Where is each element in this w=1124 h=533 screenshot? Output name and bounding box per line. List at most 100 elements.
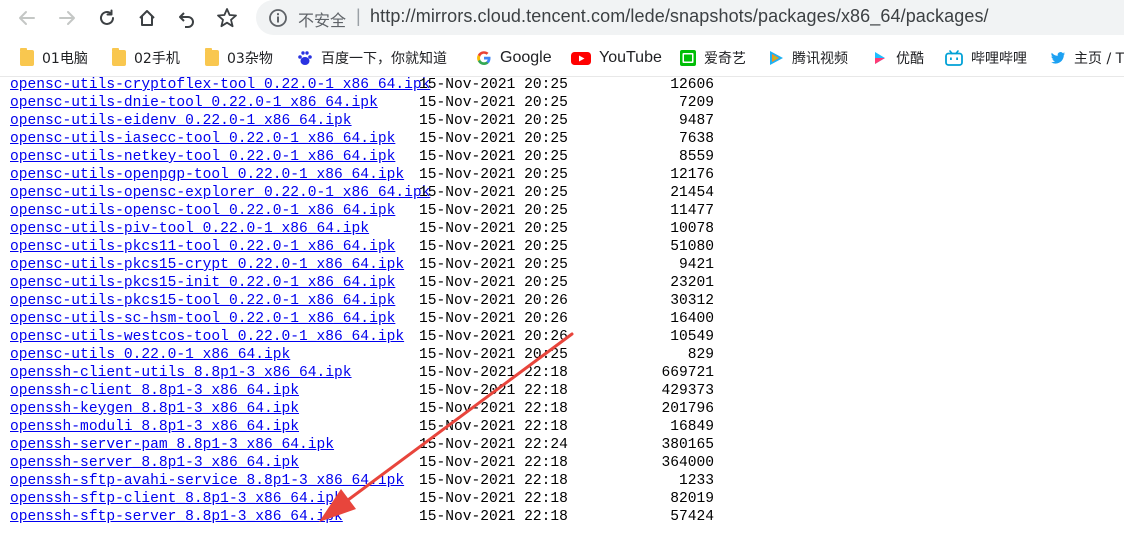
info-icon[interactable] [268, 8, 288, 28]
file-size: 429373 [661, 383, 714, 399]
file-date: 15-Nov-2021 22:18 [419, 401, 568, 417]
youku-icon [875, 52, 885, 64]
address-bar[interactable]: 不安全 | http://mirrors.cloud.tencent.com/l… [256, 0, 1124, 35]
bookmark-star-button[interactable] [213, 4, 241, 32]
file-date: 15-Nov-2021 22:18 [419, 491, 568, 507]
bookmark-label: 01电脑 [42, 51, 88, 67]
file-date: 15-Nov-2021 20:25 [419, 149, 568, 165]
file-size: 82019 [670, 491, 714, 507]
file-date: 15-Nov-2021 20:25 [419, 275, 568, 291]
bookmark-twitter-home[interactable]: 主页 / T [1050, 48, 1124, 68]
bookmark-label: 百度一下，你就知道 [321, 51, 447, 67]
file-size: 11477 [670, 203, 714, 219]
file-size: 9421 [678, 257, 714, 273]
file-size: 16400 [670, 311, 714, 327]
file-link[interactable]: openssh-server-pam_8.8p1-3_x86_64.ipk [10, 436, 334, 454]
file-link[interactable]: opensc-utils-netkey-tool_0.22.0-1_x86_64… [10, 148, 395, 166]
forward-button[interactable] [53, 4, 81, 32]
file-date: 15-Nov-2021 20:26 [419, 293, 568, 309]
bookmark-label: 主页 / T [1074, 51, 1124, 67]
folder-icon [20, 48, 34, 66]
file-link[interactable]: opensc-utils-dnie-tool_0.22.0-1_x86_64.i… [10, 94, 378, 112]
file-link[interactable]: opensc-utils-opensc-explorer_0.22.0-1_x8… [10, 184, 430, 202]
file-link[interactable]: opensc-utils-pkcs15-init_0.22.0-1_x86_64… [10, 274, 395, 292]
file-link[interactable]: openssh-client_8.8p1-3_x86_64.ipk [10, 382, 299, 400]
file-link[interactable]: openssh-sftp-server_8.8p1-3_x86_64.ipk [10, 508, 343, 526]
file-link[interactable]: openssh-server_8.8p1-3_x86_64.ipk [10, 454, 299, 472]
bookmark-iqiyi[interactable]: 爱奇艺 [680, 48, 746, 68]
iqiyi-icon [680, 50, 696, 66]
file-size: 30312 [670, 293, 714, 309]
home-icon [139, 10, 155, 26]
file-link[interactable]: opensc-utils-opensc-tool_0.22.0-1_x86_64… [10, 202, 395, 220]
file-size: 12606 [670, 77, 714, 93]
bookmark-youtube[interactable]: YouTube [571, 48, 662, 68]
bookmarks-bar: 01电脑 02手机 03杂物 百度一下，你就知道 Google YouTube … [0, 40, 1124, 76]
file-link[interactable]: openssh-keygen_8.8p1-3_x86_64.ipk [10, 400, 299, 418]
bookmark-03-misc[interactable]: 03杂物 [205, 48, 273, 68]
bookmark-label: 哔哩哔哩 [971, 51, 1027, 67]
file-link[interactable]: opensc-utils-piv-tool_0.22.0-1_x86_64.ip… [10, 220, 369, 238]
file-link[interactable]: opensc-utils-pkcs15-crypt_0.22.0-1_x86_6… [10, 256, 404, 274]
file-date: 15-Nov-2021 20:25 [419, 347, 568, 363]
bookmark-google[interactable]: Google [476, 48, 552, 68]
file-size: 7209 [678, 95, 714, 111]
file-size: 10549 [670, 329, 714, 345]
folder-icon [112, 48, 126, 66]
bilibili-icon [945, 50, 963, 66]
undo-button[interactable] [172, 4, 200, 32]
file-size: 7638 [678, 131, 714, 147]
bookmark-01-computer[interactable]: 01电脑 [20, 48, 88, 68]
file-size: 8559 [678, 149, 714, 165]
security-status-label[interactable]: 不安全 [298, 7, 346, 31]
bookmark-youku[interactable]: 优酷 [872, 48, 924, 68]
bookmark-baidu[interactable]: 百度一下，你就知道 [297, 48, 447, 68]
file-size: 21454 [670, 185, 714, 201]
file-link[interactable]: opensc-utils-pkcs11-tool_0.22.0-1_x86_64… [10, 238, 395, 256]
file-link[interactable]: opensc-utils-eidenv_0.22.0-1_x86_64.ipk [10, 112, 352, 130]
file-size: 669721 [661, 365, 714, 381]
undo-icon [179, 12, 194, 28]
file-link[interactable]: openssh-sftp-client_8.8p1-3_x86_64.ipk [10, 490, 343, 508]
google-icon [477, 51, 491, 65]
url-text[interactable]: http://mirrors.cloud.tencent.com/lede/sn… [370, 6, 989, 27]
file-date: 15-Nov-2021 20:25 [419, 167, 568, 183]
file-link[interactable]: openssh-moduli_8.8p1-3_x86_64.ipk [10, 418, 299, 436]
file-link[interactable]: opensc-utils-sc-hsm-tool_0.22.0-1_x86_64… [10, 310, 395, 328]
baidu-icon [298, 51, 312, 65]
file-link[interactable]: opensc-utils_0.22.0-1_x86_64.ipk [10, 346, 290, 364]
file-listing: opensc-utils-cryptoflex-tool_0.22.0-1_x8… [0, 76, 1124, 533]
file-date: 15-Nov-2021 20:25 [419, 77, 568, 93]
bookmark-bilibili[interactable]: 哔哩哔哩 [945, 48, 1027, 68]
back-button[interactable] [13, 4, 41, 32]
file-link[interactable]: opensc-utils-openpgp-tool_0.22.0-1_x86_6… [10, 166, 404, 184]
address-separator: | [356, 6, 361, 26]
file-date: 15-Nov-2021 20:25 [419, 113, 568, 129]
file-size: 1233 [678, 473, 714, 489]
file-link[interactable]: opensc-utils-iasecc-tool_0.22.0-1_x86_64… [10, 130, 395, 148]
file-date: 15-Nov-2021 22:18 [419, 473, 568, 489]
file-size: 380165 [661, 437, 714, 453]
file-date: 15-Nov-2021 20:25 [419, 185, 568, 201]
file-date: 15-Nov-2021 22:18 [419, 365, 568, 381]
reload-button[interactable] [93, 4, 121, 32]
youtube-icon [571, 52, 591, 65]
bookmark-label: 腾讯视频 [792, 51, 848, 67]
file-date: 15-Nov-2021 20:26 [419, 329, 568, 345]
file-size: 829 [687, 347, 714, 363]
bookmark-label: YouTube [599, 49, 662, 66]
file-link[interactable]: openssh-client-utils_8.8p1-3_x86_64.ipk [10, 364, 352, 382]
reload-icon [100, 9, 114, 25]
file-link[interactable]: opensc-utils-cryptoflex-tool_0.22.0-1_x8… [10, 77, 430, 94]
file-link[interactable]: openssh-sftp-avahi-service_8.8p1-3_x86_6… [10, 472, 404, 490]
bookmark-02-phone[interactable]: 02手机 [112, 48, 180, 68]
file-date: 15-Nov-2021 20:25 [419, 203, 568, 219]
file-size: 16849 [670, 419, 714, 435]
file-link[interactable]: opensc-utils-pkcs15-tool_0.22.0-1_x86_64… [10, 292, 395, 310]
file-link[interactable]: opensc-utils-westcos-tool_0.22.0-1_x86_6… [10, 328, 404, 346]
bookmark-tencent-video[interactable]: 腾讯视频 [768, 48, 848, 68]
home-button[interactable] [133, 4, 161, 32]
file-date: 15-Nov-2021 22:18 [419, 419, 568, 435]
file-size: 201796 [661, 401, 714, 417]
browser-toolbar: 不安全 | http://mirrors.cloud.tencent.com/l… [0, 0, 1124, 35]
